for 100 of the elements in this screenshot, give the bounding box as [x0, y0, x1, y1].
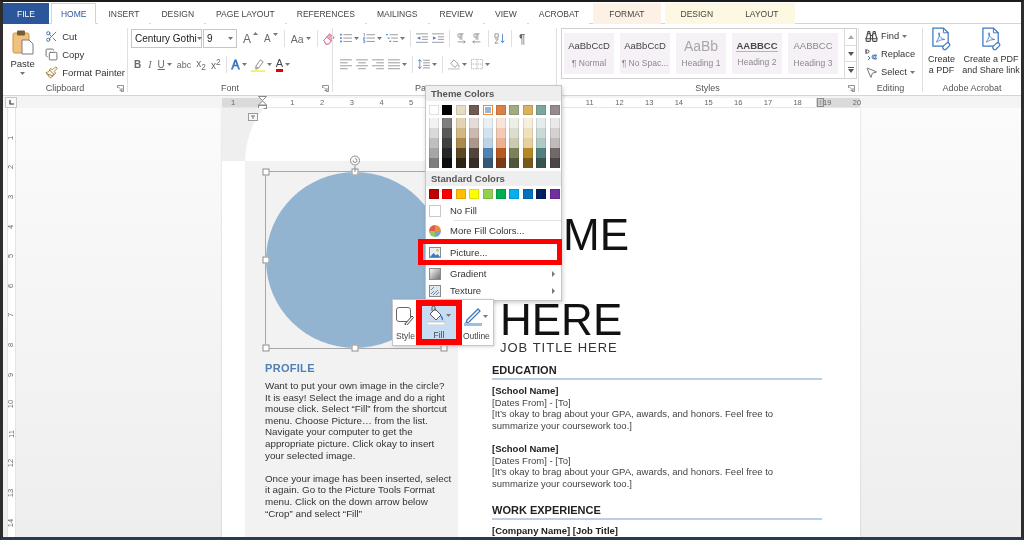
menu-item[interactable]: Texture — [426, 282, 561, 299]
change-case-button[interactable]: Aa — [288, 29, 313, 48]
caret-icon[interactable] — [432, 63, 437, 66]
left-to-right-icon[interactable] — [455, 33, 467, 44]
menu-item[interactable]: Picture... — [418, 239, 562, 265]
line-spacing-icon[interactable] — [418, 59, 430, 70]
caret-icon[interactable] — [485, 63, 490, 66]
caret-icon[interactable] — [909, 70, 915, 74]
find-button[interactable]: Find — [863, 27, 922, 45]
outline-button[interactable]: Outline — [461, 300, 491, 345]
caret-icon[interactable] — [462, 63, 467, 66]
ribbon-tab[interactable]: HOME — [50, 3, 97, 24]
ribbon-tab[interactable]: DESIGN — [664, 3, 730, 24]
paint-bucket-icon[interactable] — [448, 59, 460, 70]
submenu-arrow-icon — [552, 270, 555, 277]
caret-icon[interactable] — [227, 37, 233, 40]
color-swatch-icon[interactable] — [482, 105, 493, 115]
cut-button[interactable]: Cut — [43, 27, 127, 45]
replace-button[interactable]: Replace — [863, 45, 922, 63]
right-indent-marker-icon[interactable] — [817, 98, 824, 107]
file-tab[interactable]: FILE — [3, 3, 49, 24]
align-left-icon[interactable] — [340, 59, 352, 70]
highlighter-icon[interactable] — [250, 57, 265, 72]
italic-button[interactable]: I — [145, 55, 155, 74]
caret-icon[interactable] — [354, 37, 359, 40]
create-pdf-button[interactable]: Create a PDF — [926, 27, 957, 81]
pdf-link-icon — [980, 27, 1002, 51]
caret-icon[interactable] — [400, 37, 405, 40]
justify-icon[interactable] — [388, 59, 400, 70]
align-right-icon[interactable] — [372, 59, 384, 70]
align-center-icon[interactable] — [356, 59, 368, 70]
cursor-icon — [865, 65, 878, 79]
underline-button[interactable]: U — [155, 55, 174, 74]
text-effects-button[interactable]: A — [229, 55, 249, 74]
sort-icon[interactable] — [494, 33, 506, 44]
more-styles-icon[interactable] — [847, 67, 854, 74]
caret-icon[interactable] — [902, 34, 908, 38]
dialog-launcher-icon[interactable] — [322, 84, 329, 92]
dialog-launcher-icon[interactable] — [848, 84, 855, 92]
paste-button[interactable]: Paste — [7, 27, 39, 79]
anchor-icon[interactable] — [248, 113, 258, 121]
right-to-left-icon[interactable] — [471, 33, 483, 44]
caret-icon[interactable] — [20, 72, 26, 75]
dialog-launcher-icon[interactable] — [117, 84, 124, 92]
multilevel-list-icon[interactable] — [386, 33, 398, 44]
create-pdf-button[interactable]: Create a PDF and Share link — [960, 27, 1021, 81]
style-item[interactable]: AaBbCcD ¶ No Spac... — [620, 33, 670, 74]
caret-icon[interactable] — [241, 63, 247, 66]
ribbon-tab[interactable]: LAYOUT — [729, 3, 795, 24]
caret-down-icon[interactable] — [272, 33, 278, 36]
decrease-indent-icon[interactable] — [416, 33, 428, 44]
caret-icon[interactable] — [483, 314, 489, 318]
copy-button[interactable]: Copy — [43, 45, 127, 63]
resize-handle[interactable] — [351, 344, 359, 352]
caret-icon[interactable] — [266, 63, 272, 66]
caret-icon[interactable] — [284, 63, 290, 66]
shape-style-icon — [396, 307, 415, 325]
style-item[interactable]: AaBbCcD ¶ Normal — [564, 33, 614, 74]
resize-handle[interactable] — [262, 256, 270, 264]
entry-dates: [Dates From] - [To] — [492, 396, 572, 409]
resize-handle[interactable] — [262, 344, 270, 352]
font-size-field[interactable]: 9 — [203, 29, 237, 48]
subscript-button[interactable]: x$_{2}$ — [194, 55, 208, 74]
show-marks-button[interactable]: ¶ — [516, 29, 529, 48]
borders-icon[interactable] — [471, 59, 483, 70]
caret-icon[interactable] — [166, 63, 172, 66]
font-name-field[interactable]: Century Gothi — [131, 29, 202, 48]
entry-title: [Company Name] [Job Title] — [492, 524, 618, 537]
caret-icon[interactable] — [445, 314, 451, 317]
caret-icon[interactable] — [305, 37, 311, 40]
caret-icon[interactable] — [402, 63, 407, 66]
menu-item[interactable]: Gradient — [426, 265, 561, 282]
increase-indent-icon[interactable] — [432, 33, 444, 44]
tab-stop-icon[interactable] — [5, 97, 17, 108]
caret-icon[interactable] — [196, 37, 202, 40]
resize-handle[interactable] — [262, 168, 270, 176]
rotate-handle-icon[interactable] — [349, 155, 361, 172]
ribbon-tab[interactable]: FORMAT — [593, 3, 661, 24]
caret-up-icon[interactable] — [253, 32, 258, 35]
superscript-button[interactable]: x$^{2}$ — [208, 55, 223, 74]
resize-handle[interactable] — [351, 168, 359, 176]
section-heading: PROFILE — [265, 362, 315, 375]
painter-button[interactable]: Format Painter — [43, 63, 127, 81]
font-color-button[interactable]: A — [273, 55, 292, 74]
menu-item[interactable]: No Fill — [426, 202, 561, 219]
shrink-font-button[interactable]: A — [262, 29, 280, 48]
scroll-down-icon[interactable] — [847, 51, 854, 56]
fill-button[interactable]: Fill — [415, 300, 462, 345]
strikethrough-button[interactable]: abc — [174, 55, 194, 74]
style-item[interactable]: AABBCC Heading 2 — [732, 33, 782, 74]
caret-icon[interactable] — [377, 37, 382, 40]
style-button[interactable]: Style — [395, 300, 416, 345]
numbering-icon[interactable] — [363, 33, 375, 44]
scroll-up-icon[interactable] — [847, 34, 854, 39]
indent-marker-icon[interactable] — [258, 96, 268, 109]
grow-font-button[interactable]: A — [241, 29, 260, 48]
bullets-icon[interactable] — [340, 33, 352, 44]
bold-button[interactable]: B — [131, 55, 145, 74]
select-button[interactable]: Select — [863, 63, 922, 81]
menu-item[interactable]: More Fill Colors... — [426, 222, 561, 239]
